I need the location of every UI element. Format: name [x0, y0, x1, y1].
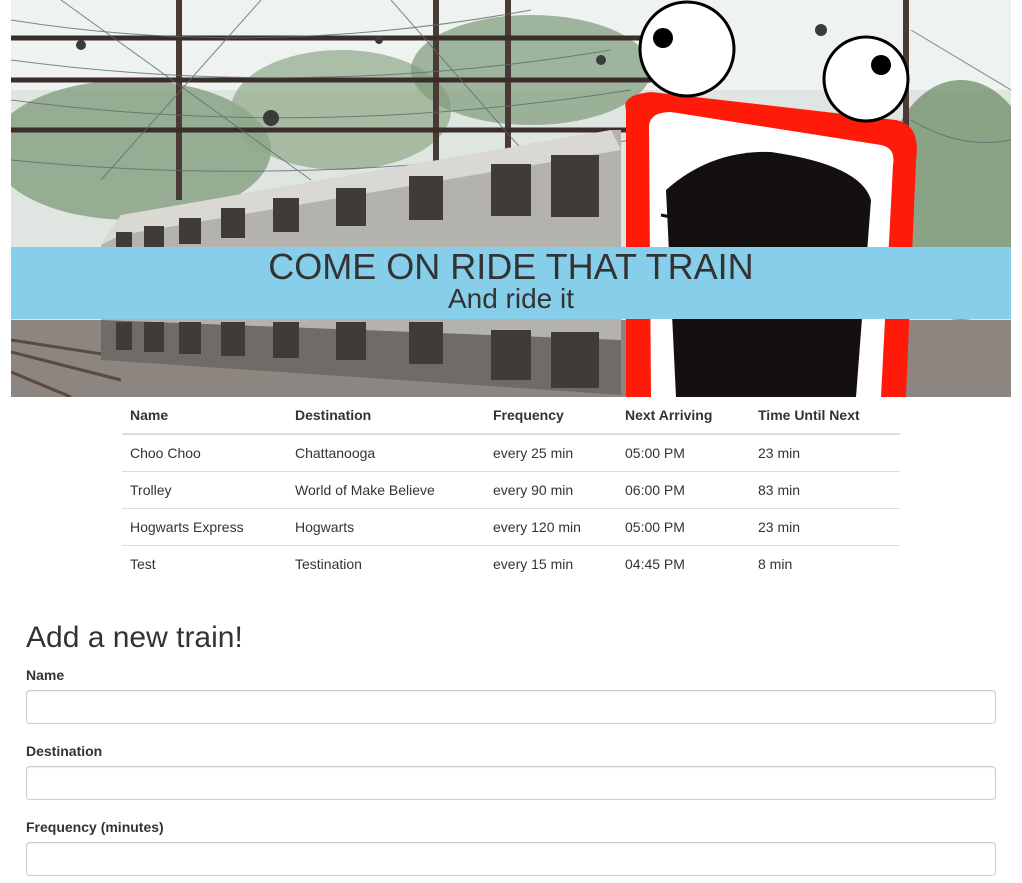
train-destination-cell: World of Make Believe [287, 470, 485, 508]
table-row: Hogwarts Express Hogwarts every 120 min … [122, 507, 900, 545]
name-label: Name [26, 667, 65, 683]
name-input[interactable] [26, 690, 996, 724]
table-header-row: Name Destination Frequency Next Arriving… [122, 397, 900, 435]
column-header-time-until-next: Time Until Next [750, 397, 900, 435]
hero-banner: COME ON RIDE THAT TRAIN And ride it [11, 0, 1011, 397]
train-minutes-away-cell: 8 min [750, 544, 900, 582]
train-frequency-cell: every 120 min [485, 507, 617, 545]
frequency-label: Frequency (minutes) [26, 819, 164, 835]
destination-input[interactable] [26, 766, 996, 800]
destination-form-group: Destination [26, 741, 996, 800]
hero-banner-band: COME ON RIDE THAT TRAIN And ride it [11, 247, 1011, 319]
train-next-arrival-cell: 04:45 PM [617, 544, 750, 582]
train-name-cell: Choo Choo [130, 444, 201, 461]
train-frequency-cell: every 25 min [493, 444, 574, 461]
train-minutes-away-cell: 83 min [750, 470, 900, 508]
train-destination-cell: Chattanooga [295, 444, 376, 461]
hero-subtitle: And ride it [447, 283, 575, 314]
table-row: Trolley World of Make Believe every 90 m… [122, 470, 900, 508]
table-row: Choo Choo Chattanooga every 25 min 05:00… [122, 434, 900, 471]
frequency-form-group: Frequency (minutes) [26, 817, 996, 876]
train-name-cell: Test [122, 544, 287, 582]
train-next-arrival-cell: 06:00 PM [617, 470, 750, 508]
table-row: Test Testination every 15 min 04:45 PM 8… [122, 544, 900, 582]
train-next-arrival-cell: 05:00 PM [625, 444, 685, 461]
form-heading: Add a new train! [26, 621, 243, 654]
column-header-name: Name [122, 397, 287, 435]
column-header-next-arriving: Next Arriving [617, 397, 750, 435]
train-name-cell: Trolley [122, 470, 287, 508]
train-destination-cell: Testination [287, 544, 485, 582]
train-schedule-table: Name Destination Frequency Next Arriving… [122, 397, 900, 582]
add-train-form: Add a new train! Name Destination Freque… [26, 618, 996, 876]
train-frequency-cell: every 15 min [485, 544, 617, 582]
column-header-frequency: Frequency [485, 397, 617, 435]
column-header-destination: Destination [287, 397, 485, 435]
name-form-group: Name [26, 665, 996, 724]
frequency-input[interactable] [26, 842, 996, 876]
train-minutes-away-cell: 23 min [758, 444, 801, 461]
train-name-cell: Hogwarts Express [122, 507, 287, 545]
train-minutes-away-cell: 23 min [750, 507, 900, 545]
destination-label: Destination [26, 743, 103, 759]
train-destination-cell: Hogwarts [287, 507, 485, 545]
train-next-arrival-cell: 05:00 PM [617, 507, 750, 545]
train-photo-illustration [11, 0, 1011, 397]
train-frequency-cell: every 90 min [485, 470, 617, 508]
hero-title: COME ON RIDE THAT TRAIN [268, 246, 754, 287]
